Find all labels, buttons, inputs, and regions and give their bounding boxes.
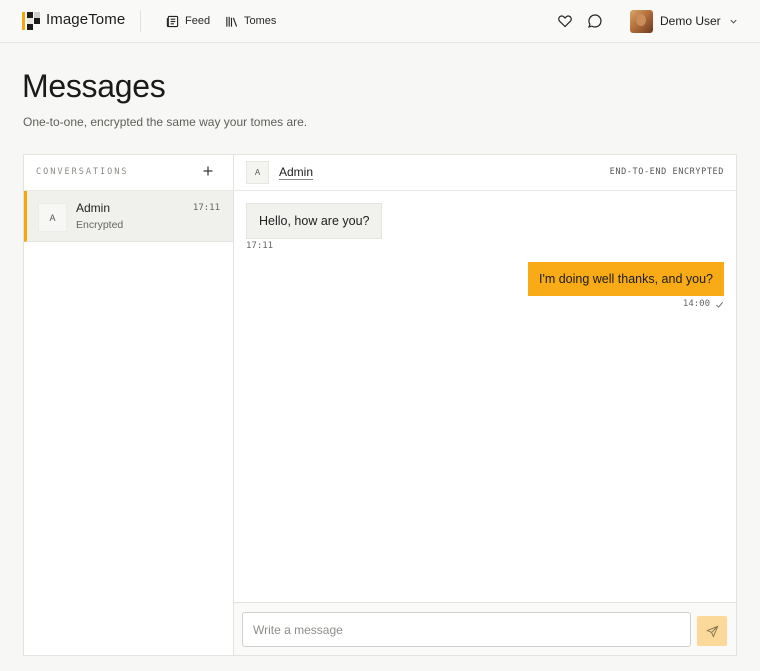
conversations-label: CONVERSATIONS [36, 167, 129, 177]
user-menu[interactable]: Demo User [630, 9, 738, 33]
conversation-item-admin[interactable]: A Admin Encrypted 17:11 [24, 191, 233, 242]
avatar [630, 9, 653, 33]
nav-feed[interactable]: Feed [166, 13, 210, 29]
conversations-header: CONVERSATIONS [24, 155, 233, 191]
chevron-down-icon [730, 19, 737, 24]
conversation-time: 17:11 [192, 203, 220, 213]
chat-area: A Admin END-TO-END ENCRYPTED Hello, how … [234, 155, 736, 655]
divider [140, 10, 141, 32]
message-time: 14:00 [682, 299, 710, 309]
page-subtitle: One-to-one, encrypted the same way your … [23, 115, 308, 129]
message-composer [234, 602, 736, 655]
send-button[interactable] [697, 616, 727, 646]
conversations-sidebar: CONVERSATIONS A Admin Encrypted 17:11 [24, 155, 234, 655]
chat-bubble-icon[interactable] [587, 13, 603, 29]
message-meta: 14:00 [683, 299, 724, 309]
top-bar: ImageTome Feed Tomes Demo User [0, 0, 760, 43]
chat-contact-avatar: A [246, 161, 269, 184]
chat-contact-name[interactable]: Admin [279, 165, 313, 179]
feed-icon [166, 15, 179, 27]
message-input[interactable] [242, 612, 691, 647]
conversation-status: Encrypted [76, 219, 124, 231]
chat-header: A Admin END-TO-END ENCRYPTED [234, 155, 736, 191]
conversation-name: Admin [76, 201, 111, 215]
app-name[interactable]: ImageTome [46, 11, 125, 28]
page-title: Messages [22, 68, 166, 104]
nav-tomes[interactable]: Tomes [225, 13, 276, 29]
message-outgoing: I'm doing well thanks, and you? [527, 262, 724, 296]
plus-icon[interactable] [201, 164, 215, 178]
nav-tomes-label: Tomes [244, 15, 277, 27]
nav-feed-label: Feed [185, 15, 211, 27]
user-name: Demo User [660, 14, 721, 28]
tomes-icon [226, 16, 238, 27]
conversation-avatar: A [38, 203, 67, 232]
send-icon [705, 624, 719, 638]
message-time: 17:11 [246, 241, 274, 251]
heart-icon[interactable] [557, 13, 573, 29]
logo-icon[interactable] [22, 12, 40, 30]
encryption-label: END-TO-END ENCRYPTED [609, 167, 724, 177]
messages-panel: CONVERSATIONS A Admin Encrypted 17:11 A … [23, 154, 737, 656]
message-incoming: Hello, how are you? [246, 203, 383, 239]
check-icon [715, 301, 724, 308]
